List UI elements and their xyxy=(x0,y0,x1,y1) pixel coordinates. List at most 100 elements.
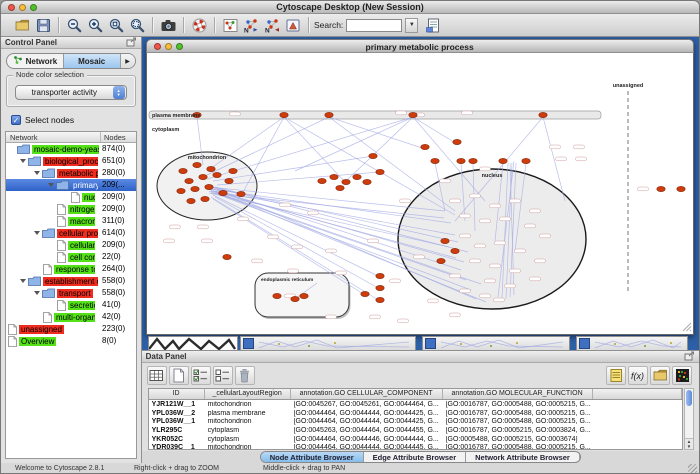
column-header--cellularlayoutregion[interactable]: _cellularLayoutRegion xyxy=(205,389,291,399)
tree-row-label: cellular metabo xyxy=(68,241,95,250)
float-panel-icon[interactable] xyxy=(684,348,695,366)
tree-expand-arrow-icon[interactable] xyxy=(34,231,40,235)
open-file-icon[interactable] xyxy=(12,15,32,35)
tree-row-biological-process[interactable]: biological_process651(0) xyxy=(6,155,136,167)
cell-id: YPL036W__2 xyxy=(149,410,205,417)
search-dropdown-arrow-icon[interactable]: ▼ xyxy=(405,18,418,33)
tree-row-node-count: 22(0) xyxy=(102,251,121,263)
network-graph[interactable]: plasma membranecytoplasmmitochondrionnuc… xyxy=(147,53,693,333)
tree-row-primary-metabo[interactable]: primary metabo209(... xyxy=(6,179,136,191)
delete-attribute-icon[interactable] xyxy=(235,366,255,385)
minimized-window-bar[interactable] xyxy=(422,336,570,350)
help-lifering-icon[interactable] xyxy=(189,15,209,35)
tab-node-attribute-browser[interactable]: Node Attribute Browser xyxy=(261,452,364,462)
column-header-annotation-go-cellular-component[interactable]: annotation.GO CELLULAR_COMPONENT xyxy=(291,389,443,399)
cell-annotation-go-molecular-function: [GO:0016787, GO:0005215, GO:0003824, G..… xyxy=(443,427,593,434)
tree-row-label: nucleobase- xyxy=(82,193,95,202)
select-all-attributes-icon[interactable] xyxy=(191,366,211,385)
attribute-table-body: YJR121W__1mitochondrion[GO:0045267, GO:0… xyxy=(149,400,682,450)
tree-row-cellular-process[interactable]: cellular process614(0) xyxy=(6,227,136,239)
unselect-all-attributes-icon[interactable] xyxy=(213,366,233,385)
snapshot-camera-icon[interactable] xyxy=(158,15,178,35)
save-icon[interactable] xyxy=(33,15,53,35)
tab-mosaic[interactable]: Mosaic xyxy=(64,54,121,68)
tree-row-unassigned[interactable]: unassigned223(0) xyxy=(6,323,136,335)
tree-row-secretion[interactable]: secretion41(0) xyxy=(6,299,136,311)
tree-column-network[interactable]: Network xyxy=(6,132,101,142)
tab-network[interactable]: Network xyxy=(7,54,64,68)
node-color-dropdown[interactable]: transporter activity ▲▼ xyxy=(15,85,127,100)
formula-builder-icon[interactable]: f(x) xyxy=(628,366,648,385)
notes-icon[interactable] xyxy=(606,366,626,385)
background-window-fragment[interactable] xyxy=(148,336,238,350)
window-icon xyxy=(425,338,436,349)
zoom-out-icon[interactable] xyxy=(64,15,84,35)
tree-row-overview[interactable]: Overview8(0) xyxy=(6,335,136,347)
minimized-window-bar[interactable] xyxy=(240,336,416,350)
table-grid-icon[interactable] xyxy=(147,366,167,385)
new-attribute-icon[interactable] xyxy=(169,366,189,385)
tree-row-node-count: 209(0) xyxy=(102,191,125,203)
table-row[interactable]: YDR039C__1mitochondrion[GO:0044464, GO:0… xyxy=(149,443,682,450)
tree-column-nodes[interactable]: Nodes xyxy=(101,132,136,142)
file-icon xyxy=(43,312,52,323)
import-table-icon[interactable] xyxy=(423,15,443,35)
svg-text:N: N xyxy=(265,27,270,34)
cell-annotation-go-cellular-component: [GO:0044464, GO:0044444, GO:0044425, G..… xyxy=(291,410,443,417)
tree-row-transport[interactable]: transport558(0) xyxy=(6,287,136,299)
scrollbar-thumb[interactable] xyxy=(686,390,692,406)
column-header-annotation-go-molecular-function[interactable]: annotation.GO MOLECULAR_FUNCTION xyxy=(443,389,593,399)
table-row[interactable]: YPL036W__2plasma membrane[GO:0044464, GO… xyxy=(149,409,682,418)
import-network-icon[interactable]: N xyxy=(241,15,261,35)
table-row[interactable]: YJR121W__1mitochondrion[GO:0045267, GO:0… xyxy=(149,400,682,409)
tree-row-metabolic-process[interactable]: metabolic process280(0) xyxy=(6,167,136,179)
tab-network-attribute-browser[interactable]: Network Attribute Browser xyxy=(466,452,580,462)
tree-expand-arrow-icon[interactable] xyxy=(34,171,40,175)
column-header-id[interactable]: ID xyxy=(149,389,205,399)
network-window-titlebar[interactable]: primary metabolic process xyxy=(146,39,694,53)
select-nodes-checkbox[interactable]: ✓ xyxy=(11,115,21,125)
tree-expand-arrow-icon[interactable] xyxy=(20,279,26,283)
tree-row-nucleobase-[interactable]: nucleobase- 209(0) xyxy=(6,191,136,203)
table-scrollbar[interactable]: ▲▼ xyxy=(684,388,694,450)
float-panel-icon[interactable] xyxy=(126,34,137,52)
tree-expand-arrow-icon[interactable] xyxy=(34,291,40,295)
minimized-window-bar[interactable] xyxy=(576,336,688,350)
tree-row-cell-communicat[interactable]: cell communicat 22(0) xyxy=(6,251,136,263)
export-network-icon[interactable]: N xyxy=(262,15,282,35)
network-canvas[interactable]: plasma membranecytoplasmmitochondrionnuc… xyxy=(146,53,694,335)
tree-row-label: secretion xyxy=(68,301,95,310)
zoom-region-icon[interactable] xyxy=(127,15,147,35)
tree-row-establishment-of-lo[interactable]: establishment of lo558(0) xyxy=(6,275,136,287)
import-attributes-icon[interactable] xyxy=(650,366,670,385)
tab-edge-attribute-browser[interactable]: Edge Attribute Browser xyxy=(364,452,466,462)
tree-row-multi-organism-pro[interactable]: multi-organism pro42(0) xyxy=(6,311,136,323)
heatmap-icon[interactable] xyxy=(672,366,692,385)
tree-row-label: primary metabo xyxy=(71,181,98,190)
table-row[interactable]: YPL036W__1mitochondrion[GO:0044464, GO:0… xyxy=(149,417,682,426)
svg-text:unassigned: unassigned xyxy=(612,83,643,89)
tree-row-response-to-stimulu[interactable]: response to stimulu264(0) xyxy=(6,263,136,275)
app-titlebar: Cytoscape Desktop (New Session) xyxy=(1,1,699,14)
plasma-membrane-region xyxy=(149,111,601,119)
tree-expand-arrow-icon[interactable] xyxy=(48,183,54,187)
resize-grip[interactable] xyxy=(688,464,697,473)
tree-expand-arrow-icon[interactable] xyxy=(20,159,26,163)
scrollbar-arrows[interactable]: ▲▼ xyxy=(685,438,693,449)
zoom-in-icon[interactable] xyxy=(85,15,105,35)
tree-row-label: cell communicat xyxy=(68,253,95,262)
vizmapper-icon[interactable] xyxy=(283,15,303,35)
tree-header: Network Nodes xyxy=(6,132,136,143)
zoom-fit-icon[interactable] xyxy=(106,15,126,35)
table-row[interactable]: YKR052Ccytoplasm[GO:0044464, GO:0044446,… xyxy=(149,435,682,444)
network-overview-icon[interactable] xyxy=(220,15,240,35)
table-row[interactable]: YLR295Ccytoplasm[GO:0045263, GO:0044464,… xyxy=(149,426,682,435)
window-icon xyxy=(579,338,590,349)
tree-row-macromolecule[interactable]: macromolecule311(0) xyxy=(6,215,136,227)
tree-row-cellular-metabo[interactable]: cellular metabo209(0) xyxy=(6,239,136,251)
tabs-overflow-button[interactable]: ▶ xyxy=(121,54,135,68)
dropdown-stepper-icon: ▲▼ xyxy=(113,86,125,99)
tree-row-mosaic-demo-yeast[interactable]: mosaic-demo-yeast874(0) xyxy=(6,143,136,155)
search-input[interactable] xyxy=(346,19,402,32)
tree-row-nitrogen-compo[interactable]: nitrogen compo209(0) xyxy=(6,203,136,215)
